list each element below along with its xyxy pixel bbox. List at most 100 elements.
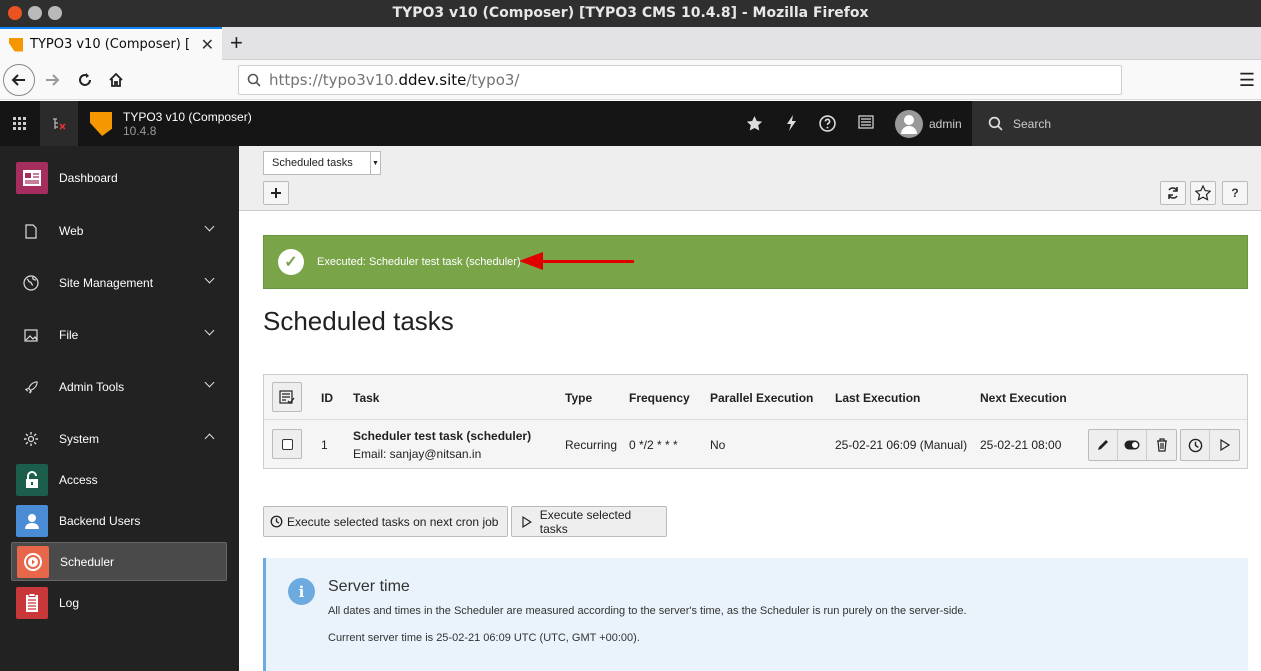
typo3-logo[interactable] <box>90 112 112 136</box>
toggle-all-button[interactable] <box>272 382 302 412</box>
back-button[interactable] <box>3 64 35 96</box>
module-sidebar: Dashboard Web Site Management File Admin… <box>0 146 239 671</box>
log-icon <box>16 586 48 619</box>
sidebar-item-label: System <box>59 432 100 446</box>
sidebar-item-scheduler[interactable]: Scheduler <box>11 542 227 581</box>
task-id: 1 <box>321 438 328 452</box>
sidebar-item-label: Site Management <box>59 276 154 290</box>
search-icon <box>247 73 261 87</box>
sidebar-item-site-management[interactable]: Site Management <box>0 257 239 309</box>
star-icon <box>1195 185 1211 201</box>
os-title-bar: TYPO3 v10 (Composer) [TYPO3 CMS 10.4.8] … <box>0 0 1261 27</box>
pagetree-hidden-icon <box>53 117 66 130</box>
reload-button[interactable] <box>70 65 100 95</box>
home-icon <box>109 72 123 87</box>
chevron-down-icon <box>204 221 215 232</box>
execute-now-label: Execute selected tasks <box>539 507 632 536</box>
task-last-execution: 25-02-21 06:09 (Manual) <box>835 438 968 452</box>
execute-on-cron-label: Execute selected tasks on next cron job <box>287 514 499 529</box>
help-icon[interactable] <box>819 115 836 137</box>
home-button[interactable] <box>101 65 131 95</box>
sidebar-item-web[interactable]: Web <box>0 205 239 257</box>
reload-icon <box>79 73 91 86</box>
forward-button[interactable] <box>37 65 67 95</box>
toggle-icon <box>1124 440 1140 450</box>
site-name: TYPO3 v10 (Composer) <box>123 110 252 124</box>
username[interactable]: admin <box>929 117 962 131</box>
browser-tab[interactable]: TYPO3 v10 (Composer) [TYPO3 CMS 10.4.8] … <box>0 27 222 60</box>
function-menu-select[interactable]: Scheduled tasks ▼ <box>263 151 381 175</box>
run-task-button[interactable] <box>1210 430 1239 460</box>
sidebar-item-access[interactable]: Access <box>0 459 239 500</box>
task-name: Scheduler test task (scheduler) <box>353 429 532 443</box>
execute-now-button[interactable]: Execute selected tasks <box>511 506 667 537</box>
success-message: ✓ Executed: Scheduler test task (schedul… <box>263 235 1248 289</box>
server-time-info: i Server time All dates and times in the… <box>263 558 1248 671</box>
typo3-topbar: TYPO3 v10 (Composer) 10.4.8 admin Search <box>0 101 1261 146</box>
task-edit-actions <box>1088 429 1177 461</box>
bookmark-button[interactable] <box>1190 181 1216 205</box>
checklist-icon <box>279 390 295 404</box>
module-content: Scheduled tasks ▼ ? ✓ Executed: Schedule… <box>239 146 1261 671</box>
info-title: Server time <box>328 578 410 595</box>
system-info-icon[interactable] <box>858 115 874 134</box>
gear-icon <box>20 428 42 450</box>
sidebar-item-backend-users[interactable]: Backend Users <box>0 500 239 541</box>
column-header-task: Task <box>353 391 380 405</box>
disable-button[interactable] <box>1118 430 1147 460</box>
play-icon <box>1219 439 1230 451</box>
info-icon: i <box>288 578 315 605</box>
pagetree-toggle[interactable] <box>40 101 78 146</box>
play-icon <box>522 515 532 528</box>
sidebar-item-label: File <box>59 328 79 342</box>
search-field[interactable]: Search <box>972 101 1261 146</box>
success-message-text: Executed: Scheduler test task (scheduler… <box>317 256 521 268</box>
close-tab-icon[interactable]: ✕ <box>201 35 214 55</box>
sidebar-item-system[interactable]: System <box>0 413 239 465</box>
task-type: Recurring <box>565 438 618 452</box>
row-select-checkbox[interactable] <box>272 429 302 459</box>
module-menu-toggle[interactable] <box>0 101 38 146</box>
table-header: ID Task Type Frequency Parallel Executio… <box>264 375 1247 420</box>
clear-cache-icon[interactable] <box>785 115 799 136</box>
new-tab-button[interactable]: + <box>230 30 243 56</box>
hamburger-icon[interactable]: ☰ <box>1239 70 1255 91</box>
avatar[interactable] <box>895 110 923 138</box>
column-header-frequency: Frequency <box>629 391 690 405</box>
sidebar-item-log[interactable]: Log <box>0 582 239 623</box>
delete-button[interactable] <box>1147 430 1176 460</box>
run-on-next-cron-button[interactable] <box>1181 430 1210 460</box>
doc-header: Scheduled tasks ▼ ? <box>239 146 1261 211</box>
column-header-parallel: Parallel Execution <box>710 391 814 405</box>
info-text: All dates and times in the Scheduler are… <box>328 605 967 617</box>
scheduler-icon <box>17 545 49 578</box>
chevron-up-icon <box>204 433 215 444</box>
reload-button[interactable] <box>1160 181 1186 205</box>
grid-icon <box>12 117 26 130</box>
rocket-icon <box>20 376 42 398</box>
sidebar-item-admin-tools[interactable]: Admin Tools <box>0 361 239 413</box>
pencil-icon <box>1098 440 1108 450</box>
chevron-down-icon <box>204 273 215 284</box>
sidebar-item-label: Access <box>59 472 98 487</box>
page-title: Scheduled tasks <box>263 306 454 336</box>
sidebar-item-file[interactable]: File <box>0 309 239 361</box>
sidebar-item-label: Web <box>59 224 84 238</box>
clock-icon <box>270 515 283 528</box>
check-icon: ✓ <box>278 249 304 275</box>
help-button[interactable]: ? <box>1222 181 1248 205</box>
window-title: TYPO3 v10 (Composer) [TYPO3 CMS 10.4.8] … <box>392 5 869 21</box>
plus-icon <box>271 188 281 198</box>
edit-button[interactable] <box>1089 430 1118 460</box>
add-task-button[interactable] <box>263 181 289 205</box>
chevron-down-icon <box>204 377 215 388</box>
arrow-left-icon <box>11 74 25 86</box>
task-run-actions <box>1180 429 1240 461</box>
sidebar-item-label: Scheduler <box>60 554 115 569</box>
bookmark-star-icon[interactable] <box>746 115 763 137</box>
url-bar[interactable]: https://typo3v10.ddev.site/typo3/ <box>238 65 1122 95</box>
sidebar-item-dashboard[interactable]: Dashboard <box>0 152 239 204</box>
dashboard-icon <box>16 162 48 194</box>
execute-on-cron-button[interactable]: Execute selected tasks on next cron job <box>263 506 508 537</box>
sidebar-item-label: Admin Tools <box>59 380 125 394</box>
